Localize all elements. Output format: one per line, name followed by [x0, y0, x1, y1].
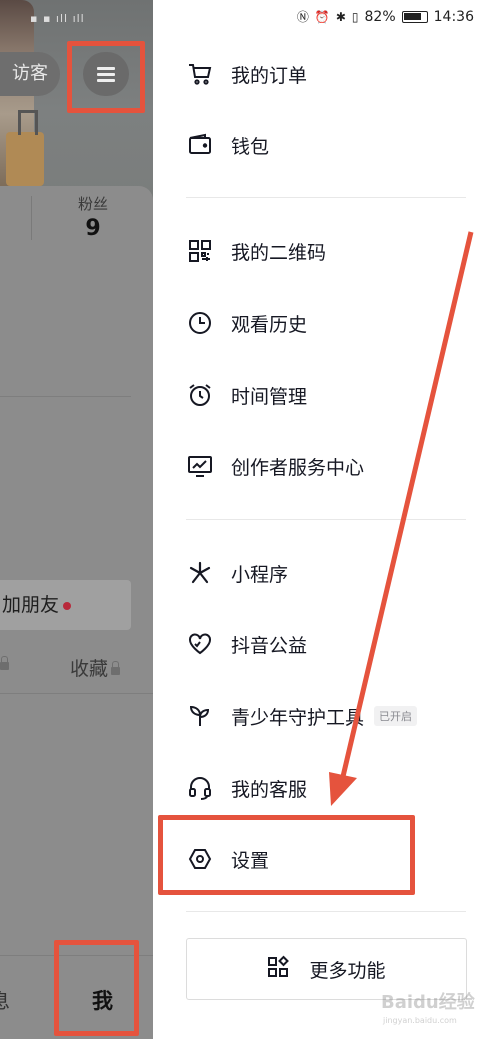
grid-apps-icon	[267, 955, 291, 984]
visitor-button[interactable]: 访客	[0, 52, 60, 96]
divider	[0, 396, 131, 397]
fans-label: 粉丝	[77, 195, 108, 213]
group-divider	[186, 911, 466, 912]
lock-icon	[111, 661, 121, 675]
side-drawer-menu: Ⓝ ⏰ ✱ ▯ 82% 14:36 我的订单 钱包 我的二维码 观看历史 时间管…	[153, 0, 500, 1039]
notification-dot	[63, 601, 72, 610]
watermark: Baidu经验	[381, 992, 475, 1013]
add-friend-button[interactable]: 加朋友	[0, 580, 131, 630]
cover-suitcase-image	[6, 110, 44, 186]
lock-icon	[0, 656, 9, 670]
fans-count[interactable]: 9	[53, 216, 133, 241]
me-tab-highlight-box	[54, 940, 139, 1036]
menu-highlight-box	[67, 41, 145, 113]
more-functions-label: 更多功能	[309, 959, 386, 982]
stats-divider	[31, 196, 32, 240]
profile-page-background: ▪ ▪ ıll ıll 访客 粉丝 9 加朋友 收藏 息 我	[0, 0, 153, 1039]
bottom-tab-messages[interactable]: 息	[0, 985, 10, 1014]
tab-collect[interactable]: 收藏	[70, 654, 121, 681]
divider	[0, 693, 153, 694]
left-status-icons: ▪ ▪ ıll ıll	[30, 12, 85, 25]
annotation-arrow	[329, 231, 474, 806]
add-friend-label: 加朋友	[2, 594, 60, 616]
watermark-sub: jingyan.baidu.com	[383, 1016, 457, 1025]
collect-label: 收藏	[70, 658, 109, 680]
